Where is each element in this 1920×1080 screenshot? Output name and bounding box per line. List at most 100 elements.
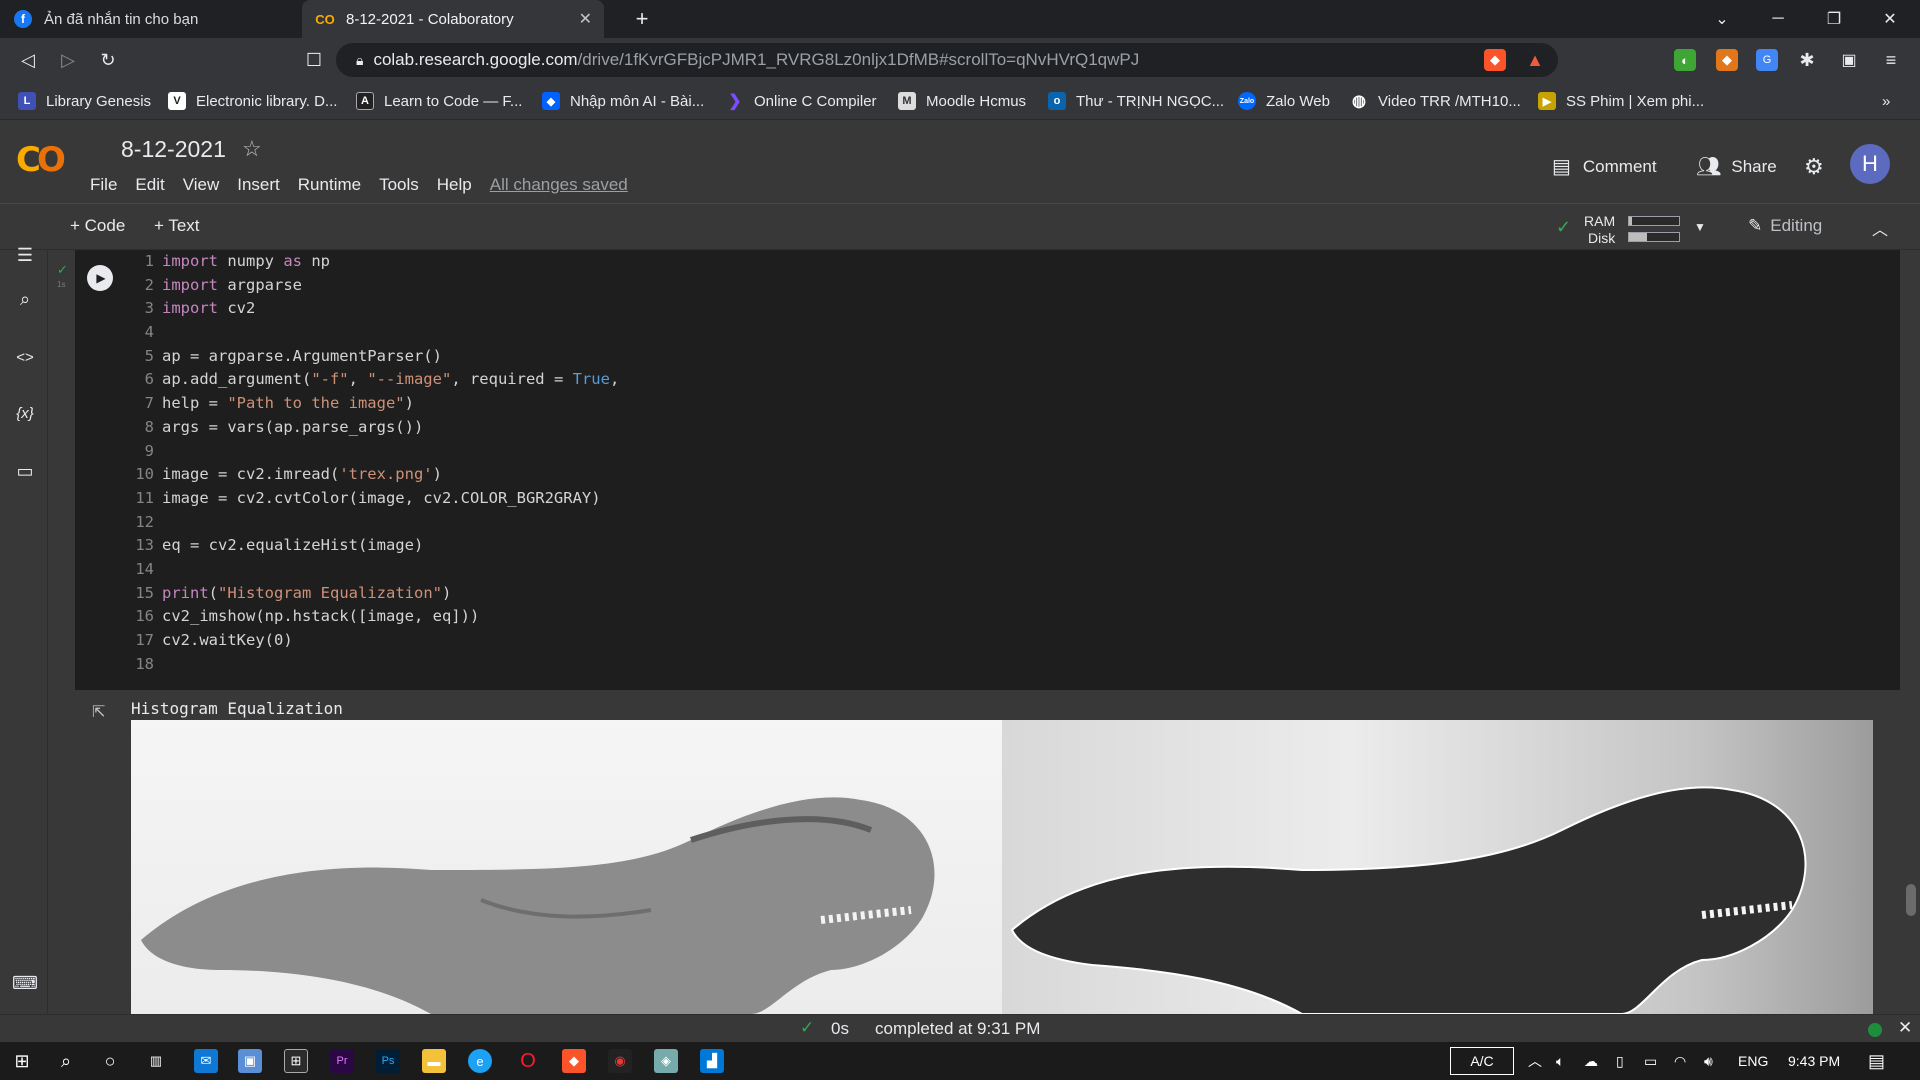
code-line[interactable]: 2 import argparse [128, 274, 619, 298]
edge-icon[interactable]: e [468, 1049, 492, 1073]
ac-indicator[interactable]: A/C [1450, 1047, 1514, 1075]
photoshop-icon[interactable]: Ps [376, 1049, 400, 1073]
battery-icon[interactable]: ▭ [1644, 1042, 1657, 1080]
terminal-icon[interactable]: ⌨ [12, 970, 38, 996]
save-status-link[interactable]: All changes saved [490, 175, 628, 195]
notifications-icon[interactable]: ▤ [1868, 1042, 1885, 1080]
code-line[interactable]: 6 ap.add_argument("-f", "--image", requir… [128, 368, 620, 392]
menu-edit[interactable]: Edit [135, 175, 164, 195]
metamask-icon[interactable]: ◆ [1716, 49, 1738, 71]
menu-tools[interactable]: Tools [379, 175, 419, 195]
notebook-title[interactable]: 8-12-2021 [121, 136, 226, 163]
bookmark-item[interactable]: ◍ Video TRR /MTH10... [1350, 82, 1521, 120]
more-bookmarks-icon[interactable]: » [1882, 82, 1890, 120]
code-line[interactable]: 13 eq = cv2.equalizeHist(image) [128, 534, 619, 558]
bookmark-item[interactable]: ◆ Nhập môn AI - Bài... [542, 82, 704, 120]
forward-icon[interactable]: ▷ [54, 46, 82, 74]
code-line[interactable]: 11 image = cv2.cvtColor(image, cv2.COLOR_… [128, 487, 619, 511]
code-line[interactable]: 4 [128, 321, 619, 345]
code-line[interactable]: 18 [128, 653, 619, 677]
minimize-button[interactable]: ─ [1750, 0, 1806, 38]
files-folder-icon[interactable]: ▭ [12, 458, 38, 484]
show-hidden-icons[interactable]: ︿ [1528, 1042, 1542, 1080]
game-icon[interactable]: ◉ [608, 1049, 632, 1073]
menu-runtime[interactable]: Runtime [298, 175, 361, 195]
code-line[interactable]: 8 args = vars(ap.parse_args()) [128, 416, 619, 440]
code-line[interactable]: 1 import numpy as np [128, 250, 619, 274]
menu-file[interactable]: File [90, 175, 117, 195]
photos-icon[interactable]: ▣ [238, 1049, 262, 1073]
table-of-contents-icon[interactable]: ☰ [12, 242, 38, 268]
remote-desktop-icon[interactable]: ▟ [700, 1049, 724, 1073]
address-bar[interactable]: 🔒︎ colab.research.google.com/drive/1fKvr… [336, 43, 1558, 77]
code-line[interactable]: 7 help = "Path to the image") [128, 392, 619, 416]
extensions-puzzle-icon[interactable]: ✱ [1796, 49, 1818, 71]
code-line[interactable]: 16 cv2_imshow(np.hstack([image, eq])) [128, 605, 619, 629]
bookmark-item[interactable]: L Library Genesis [18, 82, 151, 120]
device-icon[interactable]: ▯ [1616, 1042, 1624, 1080]
menu-icon[interactable]: ≡ [1880, 49, 1902, 71]
add-code-button[interactable]: + Code [70, 216, 125, 236]
tab-search-icon[interactable]: ⌄ [1694, 0, 1750, 38]
extension-icon[interactable]: ◐ [1674, 49, 1696, 71]
resource-monitor[interactable]: ✓ RAM Disk ▼ [1556, 210, 1716, 246]
bookmark-item[interactable]: o Thư - TRỊNH NGỌC... [1048, 82, 1224, 120]
star-icon[interactable]: ☆ [242, 136, 262, 162]
brave-rewards-icon[interactable]: ▲ [1524, 49, 1546, 71]
avatar[interactable]: H [1850, 144, 1890, 184]
opera-icon[interactable]: O [516, 1049, 540, 1073]
close-status-icon[interactable]: ✕ [1898, 1018, 1912, 1038]
bookmark-icon[interactable]: ☐ [300, 46, 328, 74]
comment-button[interactable]: ▤ Comment [1552, 154, 1657, 179]
colab-logo[interactable]: CO [16, 140, 66, 180]
code-editor[interactable]: 1 import numpy as np 2 import argparse 3 impo… [128, 250, 619, 676]
add-text-button[interactable]: + Text [154, 216, 200, 236]
code-line[interactable]: 17 cv2.waitKey(0) [128, 629, 619, 653]
mail-icon[interactable]: ✉ [194, 1049, 218, 1073]
bookmark-item[interactable]: ▶ SS Phim | Xem phi... [1538, 82, 1704, 120]
code-line[interactable]: 9 [128, 440, 619, 464]
code-line[interactable]: 5 ap = argparse.ArgumentParser() [128, 345, 619, 369]
file-explorer-icon[interactable]: ▬ [422, 1049, 446, 1073]
windows-start-icon[interactable]: ⊞ [10, 1049, 34, 1073]
close-window-button[interactable]: ✕ [1862, 0, 1918, 38]
wifi-icon[interactable]: ◠ [1674, 1042, 1686, 1080]
language-indicator[interactable]: ENG [1738, 1042, 1768, 1080]
back-icon[interactable]: ◁ [14, 46, 42, 74]
scrollbar-thumb[interactable] [1906, 884, 1916, 916]
speaker-icon[interactable]: 🔊︎ [1704, 1042, 1713, 1080]
code-line[interactable]: 15 print("Histogram Equalization") [128, 582, 619, 606]
store-icon[interactable]: ⊞ [284, 1049, 308, 1073]
dropdown-caret-icon[interactable]: ▼ [1694, 220, 1706, 234]
search-icon[interactable]: ⌕ [54, 1049, 78, 1073]
volume-icon[interactable]: 🔈︎ [1556, 1042, 1564, 1080]
translate-icon[interactable]: G [1756, 49, 1778, 71]
tab-colab[interactable]: CO 8-12-2021 - Colaboratory ✕ [302, 0, 604, 38]
bookmark-item[interactable]: V Electronic library. D... [168, 82, 337, 120]
cortana-icon[interactable]: ○ [98, 1049, 122, 1073]
code-line[interactable]: 14 [128, 558, 619, 582]
reload-icon[interactable]: ↻ [94, 46, 122, 74]
output-icon[interactable]: ⇱ [92, 702, 112, 722]
share-button[interactable]: 👥︎ Share [1696, 154, 1777, 179]
bookmark-item[interactable]: Zalo Zalo Web [1238, 82, 1330, 120]
wallet-icon[interactable]: ▣ [1838, 49, 1860, 71]
brave-icon[interactable]: ◆ [562, 1049, 586, 1073]
new-tab-button[interactable]: + [614, 0, 670, 38]
premiere-icon[interactable]: Pr [330, 1049, 354, 1073]
app-icon[interactable]: ◈ [654, 1049, 678, 1073]
onedrive-icon[interactable]: ☁ [1584, 1042, 1598, 1080]
variables-icon[interactable]: {x} [12, 400, 38, 426]
collapse-header-icon[interactable]: ︿ [1872, 216, 1888, 240]
code-line[interactable]: 10 image = cv2.imread('trex.png') [128, 463, 619, 487]
settings-gear-icon[interactable]: ⚙ [1804, 154, 1824, 180]
restore-button[interactable]: ❐ [1806, 0, 1862, 38]
code-snippets-icon[interactable]: <> [12, 344, 38, 370]
bookmark-item[interactable]: M Moodle Hcmus [898, 82, 1026, 120]
tab-facebook[interactable]: f Ản đã nhắn tin cho bạn [0, 0, 302, 38]
brave-shields-icon[interactable]: ◆ [1484, 49, 1506, 71]
code-line[interactable]: 12 [128, 511, 619, 535]
menu-view[interactable]: View [183, 175, 220, 195]
menu-insert[interactable]: Insert [237, 175, 280, 195]
code-line[interactable]: 3 import cv2 [128, 297, 619, 321]
